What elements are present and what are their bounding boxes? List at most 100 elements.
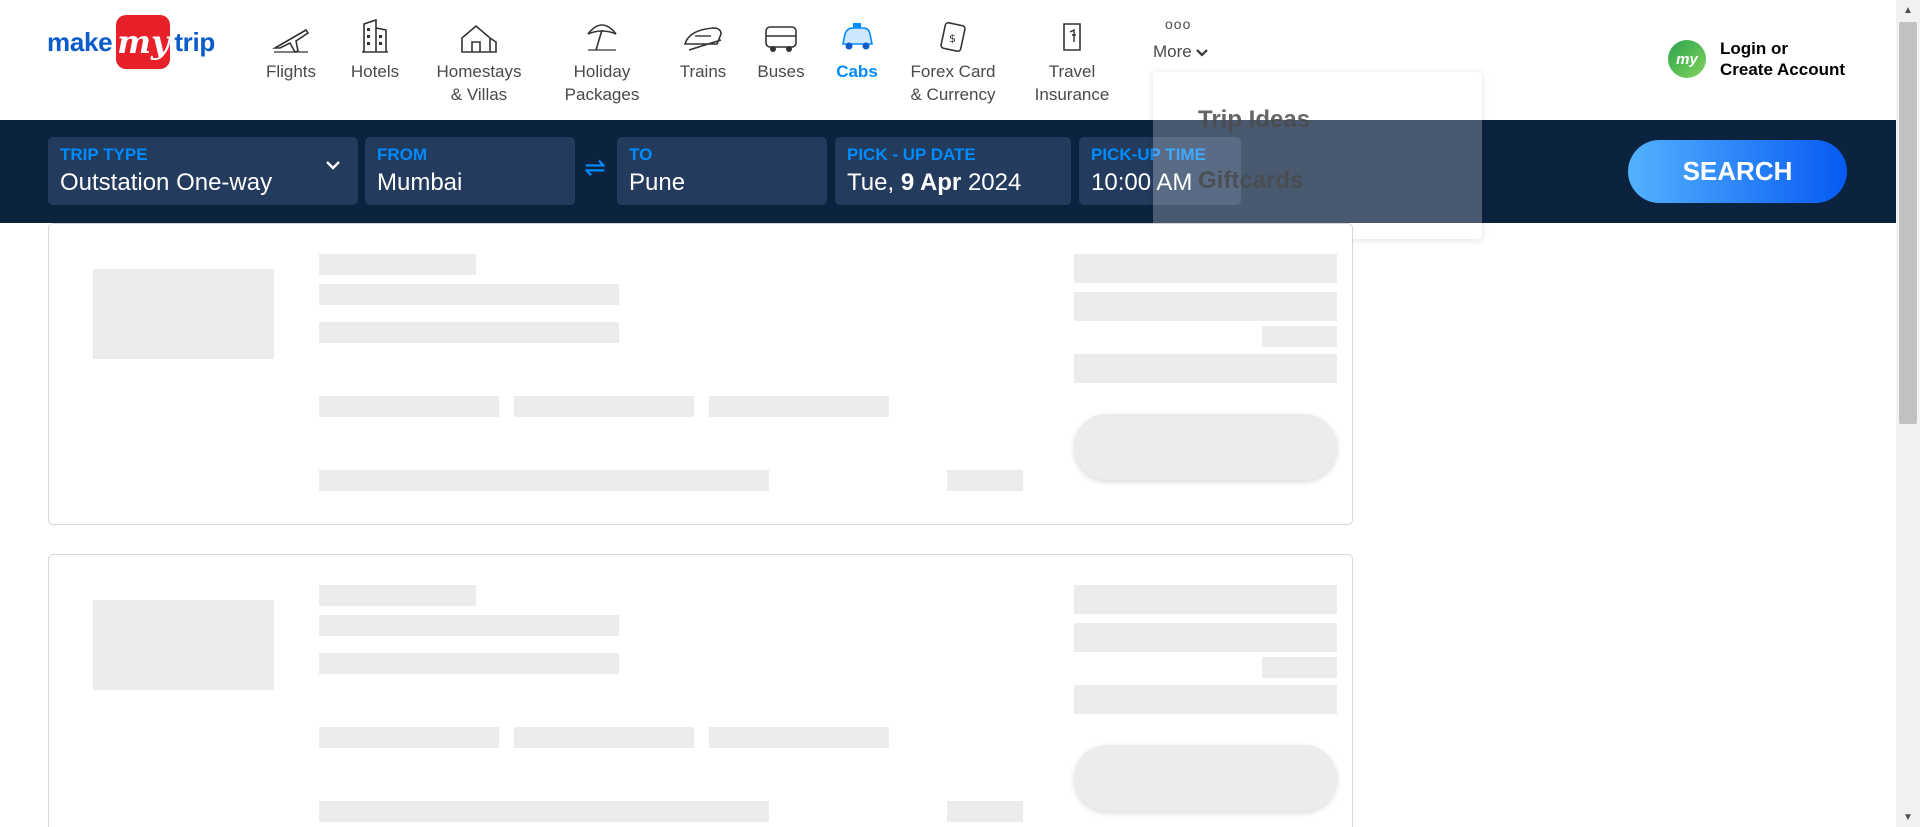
swap-cities-icon[interactable]: ⇌ — [584, 152, 606, 183]
login-text: Login or Create Account — [1720, 38, 1845, 80]
menu-item-trip-ideas[interactable]: Trip Ideas — [1198, 106, 1310, 134]
logo-badge: my — [116, 15, 171, 69]
pickup-date-value: Tue, 9 Apr 2024 — [847, 169, 1059, 197]
nav-item-holiday-packages[interactable]: Holiday Packages — [540, 10, 664, 110]
main-nav: Flights Hotels Homestays & Villas Holida… — [250, 10, 1132, 110]
menu-item-giftcards[interactable]: Giftcards — [1198, 167, 1303, 195]
trip-type-label: TRIP TYPE — [60, 145, 148, 164]
nav-label: Hotels — [350, 62, 400, 81]
skeleton-price — [1074, 292, 1337, 321]
nav-label: Flights — [265, 62, 317, 81]
nav-item-more[interactable]: ooo More — [1153, 16, 1208, 62]
nav-item-hotels[interactable]: Hotels — [332, 10, 418, 110]
nav-label: Forex Card & Currency — [910, 62, 996, 104]
skeleton-tag — [319, 727, 499, 748]
trip-type-selector[interactable]: TRIP TYPE Outstation One-way — [48, 137, 358, 205]
pickup-date-field[interactable]: PICK - UP DATE Tue, 9 Apr 2024 — [835, 137, 1071, 205]
nav-label: Travel Insurance — [1034, 62, 1110, 104]
makemytrip-logo[interactable]: make my trip — [47, 14, 215, 70]
skeleton-line — [319, 284, 619, 305]
skeleton-line — [319, 322, 619, 343]
nav-label: Buses — [757, 62, 805, 81]
nav-item-buses[interactable]: Buses — [742, 10, 820, 110]
skeleton-tag — [709, 396, 889, 417]
to-label: TO — [629, 145, 653, 164]
skeleton-line — [319, 615, 619, 636]
forex-icon: $ — [937, 10, 969, 54]
scroll-thumb[interactable] — [1899, 22, 1917, 424]
nav-item-forex[interactable]: $ Forex Card & Currency — [894, 10, 1012, 110]
skeleton-image — [93, 600, 274, 690]
svg-text:$: $ — [949, 32, 956, 45]
nav-label: Homestays & Villas — [436, 62, 522, 104]
hotel-icon — [358, 10, 392, 54]
more-label: More — [1153, 42, 1192, 61]
scroll-up-arrow-icon[interactable]: ▲ — [1896, 0, 1920, 20]
skeleton-price — [1074, 585, 1337, 614]
scroll-down-arrow-icon[interactable]: ▼ — [1896, 807, 1920, 827]
pickup-year: 2024 — [967, 169, 1022, 196]
insurance-icon — [1058, 10, 1086, 54]
skeleton-line — [1262, 657, 1337, 678]
train-icon — [681, 10, 725, 54]
skeleton-price — [1074, 254, 1337, 283]
nav-label: Cabs — [836, 62, 878, 81]
skeleton-line — [947, 801, 1023, 822]
skeleton-line — [319, 470, 769, 491]
skeleton-tag — [514, 396, 694, 417]
skeleton-price — [1074, 623, 1337, 652]
page-scrollbar[interactable]: ▲ ▼ — [1896, 0, 1920, 827]
login-button[interactable]: my Login or Create Account — [1668, 38, 1845, 80]
nav-item-flights[interactable]: Flights — [250, 10, 332, 110]
bus-icon — [762, 10, 800, 54]
logo-text-trip: trip — [174, 26, 215, 57]
nav-item-trains[interactable]: Trains — [664, 10, 742, 110]
pickup-day: Tue, — [847, 169, 895, 196]
search-widget: TRIP TYPE Outstation One-way FROM Mumbai… — [0, 120, 1896, 223]
skeleton-line — [319, 653, 619, 674]
skeleton-tag — [709, 727, 889, 748]
more-dropdown-menu: Trip Ideas Giftcards — [1153, 72, 1482, 239]
chevron-down-icon — [1195, 42, 1208, 62]
umbrella-icon — [584, 10, 620, 54]
chevron-down-icon — [326, 157, 340, 173]
top-header: make my trip Flights Hotels Homestays & … — [0, 0, 1896, 120]
search-button[interactable]: SEARCH — [1628, 140, 1847, 203]
to-value: Pune — [629, 169, 686, 196]
login-line-2: Create Account — [1720, 60, 1846, 79]
nav-item-cabs[interactable]: Cabs — [820, 10, 894, 110]
skeleton-line — [319, 801, 769, 822]
skeleton-tag — [514, 727, 694, 748]
skeleton-image — [93, 269, 274, 359]
skeleton-title — [319, 254, 476, 275]
nav-label: Holiday Packages — [564, 62, 640, 104]
pickup-date-label: PICK - UP DATE — [847, 145, 976, 164]
trip-type-value: Outstation One-way — [60, 169, 273, 196]
login-line-1: Login or — [1720, 39, 1788, 58]
nav-label: Trains — [679, 62, 727, 81]
user-avatar-icon: my — [1668, 40, 1706, 78]
more-dots-icon: ooo — [1165, 16, 1192, 32]
homestay-icon — [458, 10, 500, 54]
skeleton-button — [1074, 414, 1337, 480]
nav-item-homestays[interactable]: Homestays & Villas — [418, 10, 540, 110]
skeleton-tag — [319, 396, 499, 417]
skeleton-button — [1074, 745, 1337, 811]
logo-text-make: make — [47, 26, 113, 57]
nav-item-insurance[interactable]: Travel Insurance — [1012, 10, 1132, 110]
more-label-row: More — [1153, 42, 1208, 62]
from-value: Mumbai — [377, 169, 463, 196]
to-city-field[interactable]: TO Pune — [617, 137, 827, 205]
skeleton-line — [947, 470, 1023, 491]
from-label: FROM — [377, 145, 428, 164]
pickup-date: 9 Apr — [900, 169, 962, 196]
from-city-field[interactable]: FROM Mumbai — [365, 137, 575, 205]
skeleton-line — [1074, 685, 1337, 714]
cab-result-card-skeleton — [48, 554, 1353, 827]
plane-icon — [272, 10, 310, 54]
skeleton-line — [1074, 354, 1337, 383]
skeleton-line — [1262, 326, 1337, 347]
cab-result-card-skeleton — [48, 223, 1353, 525]
skeleton-title — [319, 585, 476, 606]
cab-icon — [837, 10, 877, 54]
